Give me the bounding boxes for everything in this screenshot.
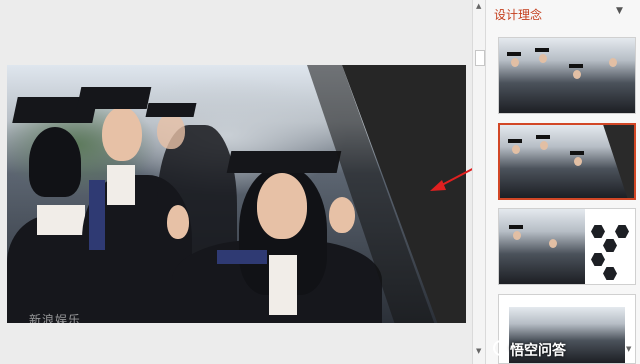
photo-watermark: 新浪娱乐: [29, 313, 82, 323]
canvas-scrollbar[interactable]: ▲ ▼: [472, 0, 486, 364]
thumb-face: [609, 58, 617, 67]
graduate-center-face: [257, 173, 307, 239]
graduate-center-cap: [226, 151, 342, 173]
thumb-cap: [569, 64, 583, 68]
graduate-2-cap: [76, 87, 152, 109]
brand-watermark: 悟空问答: [510, 343, 566, 359]
slide-canvas: 新浪娱乐: [0, 0, 472, 364]
design-option-1[interactable]: [498, 37, 636, 114]
thumb-cap: [536, 135, 550, 139]
hand-left: [167, 205, 189, 239]
thumb-face: [513, 231, 521, 240]
design-option-3[interactable]: [498, 208, 636, 285]
graduate-2-face: [102, 107, 142, 161]
thumb-cap: [509, 225, 523, 229]
graduate-bg-cap: [145, 103, 197, 117]
hand-right: [329, 197, 355, 233]
graduate-left-head: [29, 127, 81, 197]
graduate-left-collar: [37, 205, 85, 235]
thumb-cap: [535, 48, 549, 52]
thumb-face: [549, 239, 557, 248]
wukong-logo-icon: [493, 340, 509, 356]
graduate-2-trim: [89, 180, 105, 250]
chevron-down-icon[interactable]: ▼: [616, 6, 623, 16]
thumb-face: [512, 145, 520, 154]
thumb-cap: [508, 139, 522, 143]
design-option-2-selected[interactable]: [498, 123, 636, 200]
design-thumbnail-image: [499, 209, 585, 284]
thumb-cap: [570, 151, 584, 155]
thumb-face: [511, 58, 519, 67]
graduate-bg-face: [157, 113, 185, 149]
design-ideas-pane: 设计理念 ▼: [486, 0, 640, 364]
scroll-thumb[interactable]: [475, 50, 485, 66]
graduate-center-trim: [217, 250, 267, 264]
thumb-face: [540, 141, 548, 150]
scroll-up-icon[interactable]: ▲: [476, 2, 481, 10]
graduate-2-collar: [107, 165, 135, 205]
thumb-face: [574, 157, 582, 166]
design-thumbnail-image: [499, 38, 635, 113]
pane-scroll-down-icon[interactable]: ▼: [626, 345, 631, 353]
thumb-cap: [507, 52, 521, 56]
current-slide[interactable]: 新浪娱乐: [7, 65, 466, 323]
graduate-center-collar: [269, 255, 297, 315]
scroll-down-icon[interactable]: ▼: [476, 347, 481, 355]
thumb-face: [539, 54, 547, 63]
pane-title: 设计理念: [494, 8, 543, 22]
thumb-face: [573, 70, 581, 79]
